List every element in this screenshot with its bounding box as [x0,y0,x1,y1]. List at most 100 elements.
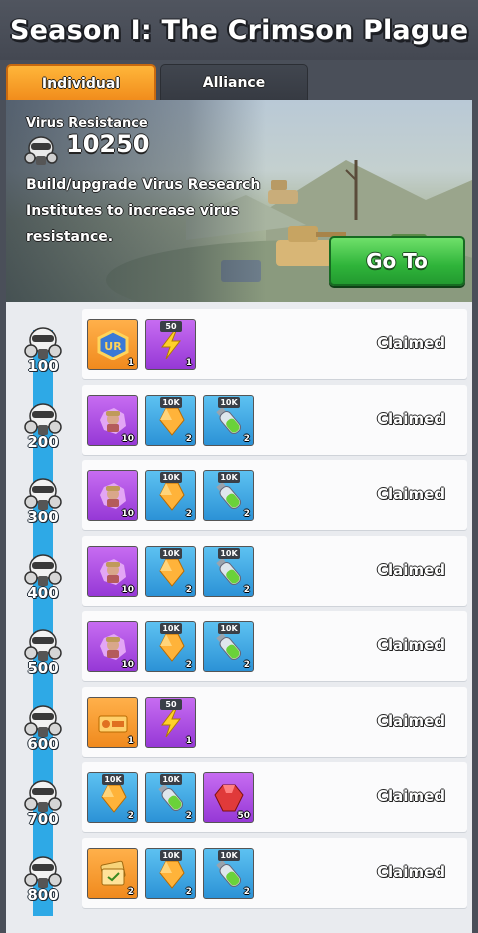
reward-quantity: 2 [243,660,250,670]
reward-quantity: 50 [237,811,250,821]
milestone-marker: 600 [18,703,68,765]
reward-quantity: 2 [243,509,250,519]
milestone-marker: 800 [18,854,68,916]
reward-quantity: 10 [121,509,134,519]
claimed-status: Claimed [377,636,445,654]
crystal-icon [159,407,185,436]
reward-tag: 10K [160,472,182,483]
tier-row: 10 10K 2 10K 2 Claimed [82,535,467,606]
reward-item[interactable]: 10K 2 [203,847,254,899]
reward-tag: 10K [160,396,182,408]
claimed-status: Claimed [377,334,445,352]
svg-text:UR: UR [104,340,122,353]
reward-item[interactable]: 10K 2 [87,772,138,823]
tier-row: 10K 2 10K 2 50 Claimed [82,762,467,832]
tab-alliance[interactable]: Alliance [160,64,308,102]
gas-mask-icon [24,553,62,586]
lightning-icon [161,330,182,360]
ruby-icon [214,784,244,812]
milestone-value: 700 [27,810,59,828]
milestone-value: 400 [27,583,59,602]
vial-icon [216,859,242,887]
gas-mask-icon [24,402,62,435]
reward-item[interactable]: 10K 2 [145,394,196,446]
reward-tag: 10K [218,472,240,483]
claimed-status: Claimed [377,409,445,428]
crystal-icon [159,633,185,662]
gas-mask-icon [24,704,62,737]
milestone-marker: 300 [18,476,68,538]
milestone-marker: 400 [18,552,68,614]
tier-row: 10 10K 2 10K 2 Claimed [82,384,467,455]
hero-shard-icon [100,558,126,585]
gas-mask-icon [24,136,58,165]
reward-item[interactable]: 50 1 [145,319,196,370]
reward-item[interactable]: 50 1 [145,696,196,748]
reward-item[interactable]: 10K 2 [145,621,196,672]
reward-item[interactable]: 10K 2 [203,470,254,521]
milestone-marker: 200 [18,401,68,463]
reward-quantity: 2 [243,584,250,595]
reward-quantity: 1 [127,358,134,368]
reward-item[interactable]: 10K 2 [145,470,196,521]
reward-quantity: 1 [185,358,192,368]
gas-mask-icon [24,780,62,812]
reward-quantity: 10 [121,433,134,444]
reward-item[interactable]: 10K 2 [145,847,196,899]
reward-item[interactable]: 1 [87,696,138,748]
reward-item[interactable]: 10 [87,621,138,672]
milestone-value: 600 [27,734,59,753]
crystal-icon [159,558,185,587]
tab-individual[interactable]: Individual [6,64,156,102]
gas-mask-icon [24,327,62,359]
claimed-status: Claimed [377,711,445,730]
milestone-value: 200 [27,432,59,451]
reward-quantity: 2 [127,886,134,897]
reward-item[interactable]: 10K 2 [203,545,254,597]
reward-tag: 10K [218,547,240,559]
reward-quantity: 2 [185,660,192,670]
reward-quantity: 2 [185,811,192,821]
resistance-description: Build/upgrade Virus Research Institutes … [26,177,261,245]
milestone-value: 800 [27,885,59,904]
reward-item[interactable]: 50 [203,772,254,823]
milestone-value: 500 [27,659,59,677]
tier-row: UR 1 50 1 Claimed [82,309,467,379]
claimed-status: Claimed [377,862,445,881]
reward-item[interactable]: 10K 2 [145,545,196,597]
claimed-status: Claimed [377,560,445,579]
resistance-label: Virus Resistance [26,116,148,131]
crystal-icon [159,860,185,889]
reward-tag: 10K [218,623,240,634]
vial-icon [216,557,242,585]
vial-icon [158,783,184,812]
reward-quantity: 10 [121,584,134,595]
tab-bar: Individual Alliance [6,64,472,102]
reward-tag: 10K [160,849,182,861]
ticket-icon [98,715,128,732]
reward-item[interactable]: 10K 2 [203,394,254,446]
reward-item[interactable]: 10 [87,394,138,446]
reward-tag: 10K [218,396,240,408]
milestone-value: 100 [27,357,59,375]
reward-quantity: 2 [185,433,192,444]
reward-tag: 10K [160,547,182,559]
gas-mask-icon [24,855,62,888]
reward-quantity: 10 [121,660,134,670]
reward-item[interactable]: 2 [87,847,138,899]
milestone-value: 300 [27,508,59,526]
reward-tag: 10K [218,849,240,861]
reward-quantity: 2 [185,509,192,519]
title-bar: Season I: The Crimson Plague [0,0,478,60]
reward-item[interactable]: 10 [87,470,138,521]
reward-item[interactable]: 10K 2 [145,772,196,823]
reward-item[interactable]: 10K 2 [203,621,254,672]
vial-icon [216,632,242,661]
reward-item[interactable]: UR 1 [87,319,138,370]
milestone-marker: 100 [18,325,68,387]
reward-quantity: 1 [127,735,134,746]
reward-item[interactable]: 10 [87,545,138,597]
reward-quantity: 2 [243,433,250,444]
go-to-button[interactable]: Go To [329,236,465,286]
hero-shard-icon [100,634,126,660]
